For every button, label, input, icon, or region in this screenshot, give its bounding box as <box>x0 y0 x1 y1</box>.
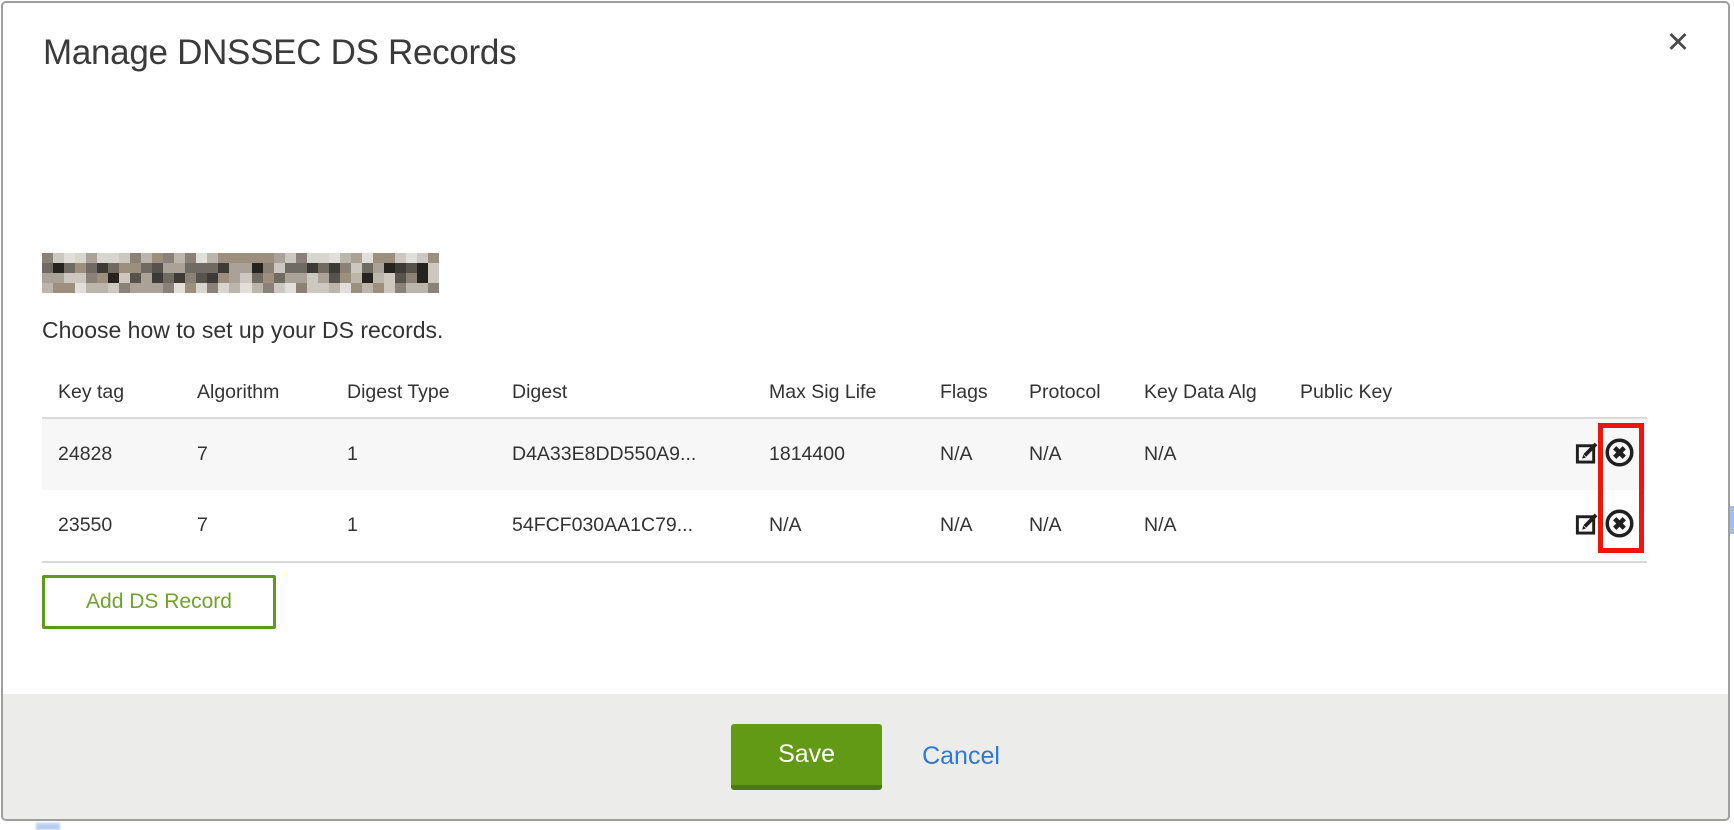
delete-icon[interactable] <box>1604 437 1635 468</box>
cell-digest-type: 1 <box>343 490 508 562</box>
background-page-peek <box>36 823 60 830</box>
cell-digest-type: 1 <box>343 418 508 490</box>
redacted-domain-name <box>42 253 439 293</box>
table-row: 24828 7 1 D4A33E8DD550A9... 1814400 N/A … <box>42 418 1647 490</box>
cell-protocol: N/A <box>1025 490 1140 562</box>
cell-public-key <box>1296 418 1562 490</box>
manage-dnssec-dialog: Manage DNSSEC DS Records ✕ Choose how to… <box>1 1 1730 821</box>
col-header-actions <box>1562 371 1647 418</box>
table-row: 23550 7 1 54FCF030AA1C79... N/A N/A N/A … <box>42 490 1647 562</box>
cell-digest: 54FCF030AA1C79... <box>508 490 765 562</box>
cell-algorithm: 7 <box>193 490 343 562</box>
dialog-footer: Save Cancel <box>3 694 1728 819</box>
cancel-link[interactable]: Cancel <box>922 742 1000 771</box>
col-header-protocol: Protocol <box>1025 371 1140 418</box>
cell-key-data-alg: N/A <box>1140 418 1296 490</box>
col-header-digest-type: Digest Type <box>343 371 508 418</box>
col-header-max-sig-life: Max Sig Life <box>765 371 936 418</box>
ds-records-table-wrap: Key tag Algorithm Digest Type Digest Max… <box>42 371 1647 563</box>
delete-icon[interactable] <box>1604 508 1635 539</box>
row-actions <box>1562 418 1647 490</box>
cell-algorithm: 7 <box>193 418 343 490</box>
cell-key-tag: 23550 <box>42 490 193 562</box>
edit-icon[interactable] <box>1574 439 1601 466</box>
table-header-row: Key tag Algorithm Digest Type Digest Max… <box>42 371 1647 418</box>
cell-protocol: N/A <box>1025 418 1140 490</box>
instruction-text: Choose how to set up your DS records. <box>42 317 443 344</box>
col-header-public-key: Public Key <box>1296 371 1562 418</box>
cell-flags: N/A <box>936 490 1025 562</box>
cell-key-data-alg: N/A <box>1140 490 1296 562</box>
col-header-digest: Digest <box>508 371 765 418</box>
cell-digest: D4A33E8DD550A9... <box>508 418 765 490</box>
col-header-key-tag: Key tag <box>42 371 193 418</box>
col-header-key-data-alg: Key Data Alg <box>1140 371 1296 418</box>
add-ds-record-button[interactable]: Add DS Record <box>42 575 276 629</box>
cell-max-sig-life: 1814400 <box>765 418 936 490</box>
cell-public-key <box>1296 490 1562 562</box>
edit-icon[interactable] <box>1574 510 1601 537</box>
cell-max-sig-life: N/A <box>765 490 936 562</box>
col-header-flags: Flags <box>936 371 1025 418</box>
close-icon[interactable]: ✕ <box>1660 25 1696 61</box>
col-header-algorithm: Algorithm <box>193 371 343 418</box>
background-page-peek <box>1730 506 1734 534</box>
save-button[interactable]: Save <box>731 724 882 790</box>
ds-records-table: Key tag Algorithm Digest Type Digest Max… <box>42 371 1647 563</box>
page-title: Manage DNSSEC DS Records <box>43 33 516 73</box>
cell-key-tag: 24828 <box>42 418 193 490</box>
row-actions <box>1562 490 1647 562</box>
cell-flags: N/A <box>936 418 1025 490</box>
